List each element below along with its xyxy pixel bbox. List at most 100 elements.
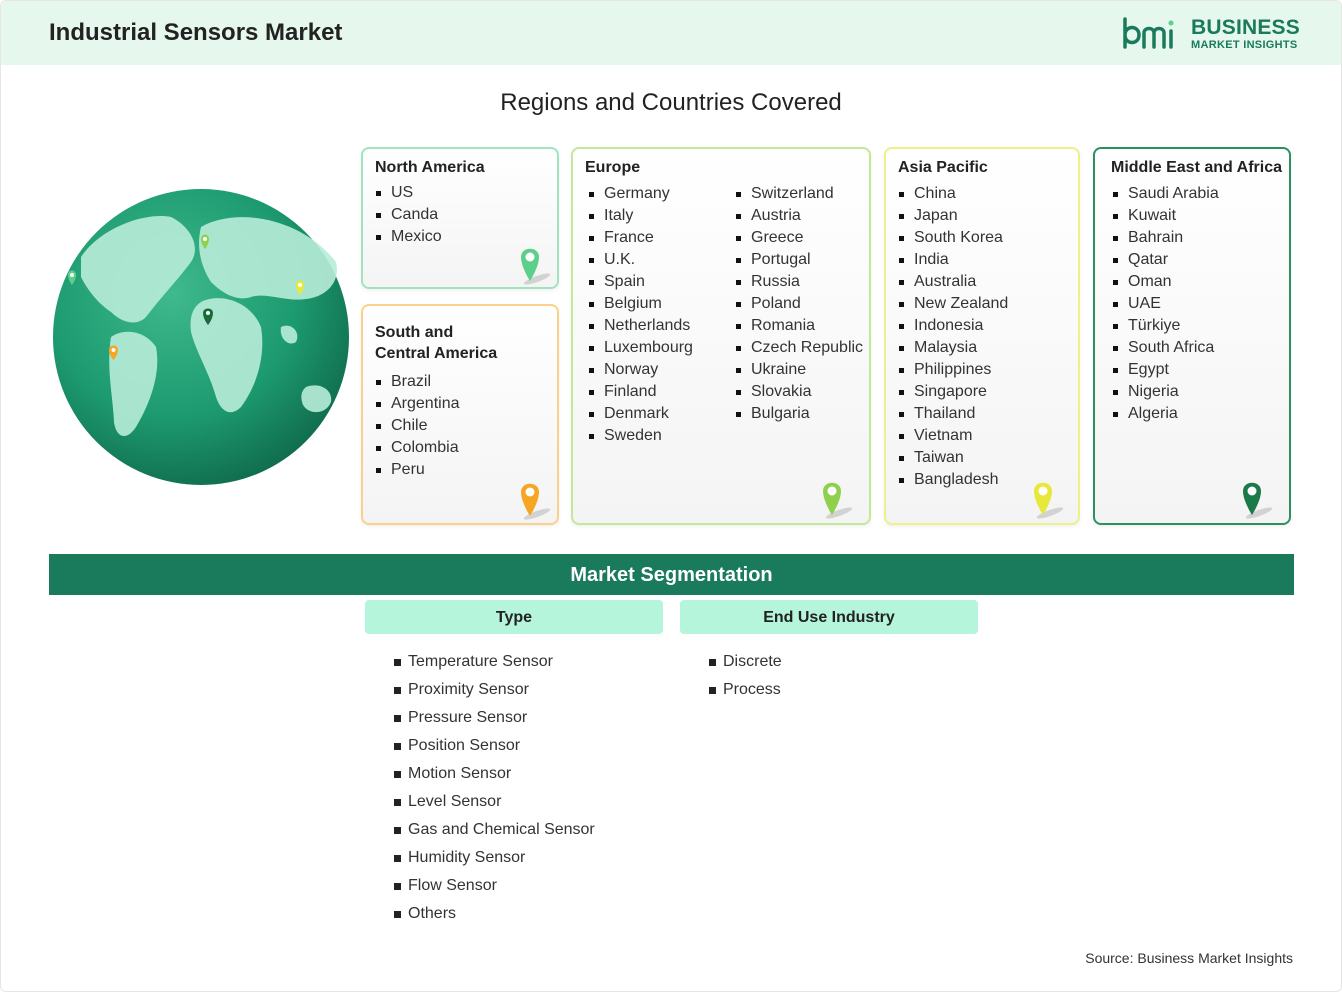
segment-item: Level Sensor: [394, 788, 595, 816]
segment-header-end-use: End Use Industry: [680, 600, 978, 634]
segment-item: Humidity Sensor: [394, 844, 595, 872]
country-item: Austria: [734, 205, 863, 227]
country-item: Norway: [587, 359, 693, 381]
country-item: Thailand: [897, 403, 1008, 425]
segment-item: Gas and Chemical Sensor: [394, 816, 595, 844]
country-item: Netherlands: [587, 315, 693, 337]
segment-item: Flow Sensor: [394, 872, 595, 900]
country-item: Bahrain: [1111, 227, 1219, 249]
country-item: Australia: [897, 271, 1008, 293]
country-item: Mexico: [374, 226, 442, 248]
segmentation-banner: Market Segmentation: [49, 554, 1294, 595]
country-item: Japan: [897, 205, 1008, 227]
segment-item: Process: [709, 676, 782, 704]
segment-item: Others: [394, 900, 595, 928]
country-item: Spain: [587, 271, 693, 293]
country-item: Ukraine: [734, 359, 863, 381]
segment-header-type: Type: [365, 600, 663, 634]
country-item: Brazil: [374, 371, 460, 393]
country-item: Egypt: [1111, 359, 1219, 381]
country-item: Luxembourg: [587, 337, 693, 359]
country-item: Malaysia: [897, 337, 1008, 359]
country-item: Chile: [374, 415, 460, 437]
country-item: Romania: [734, 315, 863, 337]
country-item: Bangladesh: [897, 469, 1008, 491]
country-item: Portugal: [734, 249, 863, 271]
country-list: Saudi Arabia Kuwait Bahrain Qatar Oman U…: [1111, 183, 1219, 425]
region-card-middle-east-africa: Middle East and Africa Saudi Arabia Kuwa…: [1093, 147, 1291, 525]
country-item: Philippines: [897, 359, 1008, 381]
location-pin-icon: [521, 248, 551, 285]
region-title: North America: [375, 159, 485, 176]
country-item: Czech Republic: [734, 337, 863, 359]
segment-item: Discrete: [709, 648, 782, 676]
country-item: Saudi Arabia: [1111, 183, 1219, 205]
country-item: Russia: [734, 271, 863, 293]
country-item: Türkiye: [1111, 315, 1219, 337]
region-card-south-central-america: South and Central America Brazil Argenti…: [361, 304, 559, 525]
country-item: Switzerland: [734, 183, 863, 205]
country-item: Sweden: [587, 425, 693, 447]
logo-text-market-insights: MARKET INSIGHTS: [1191, 39, 1298, 51]
country-item: Belgium: [587, 293, 693, 315]
segment-item: Position Sensor: [394, 732, 595, 760]
country-item: US: [374, 182, 442, 204]
logo-text-business: BUSINESS: [1191, 16, 1300, 39]
country-item: UAE: [1111, 293, 1219, 315]
country-item: U.K.: [587, 249, 693, 271]
location-pin-icon: [521, 483, 551, 520]
regions-heading: Regions and Countries Covered: [500, 89, 842, 116]
country-item: Nigeria: [1111, 381, 1219, 403]
country-item: Canda: [374, 204, 442, 226]
country-item: Oman: [1111, 271, 1219, 293]
infographic-frame: Industrial Sensors Market BUSINESS MARKE…: [0, 0, 1342, 992]
country-item: Colombia: [374, 437, 460, 459]
country-item: France: [587, 227, 693, 249]
region-title-line: South and: [375, 324, 454, 341]
country-item: Vietnam: [897, 425, 1008, 447]
location-pin-icon: [1243, 482, 1273, 519]
region-title: South and Central America: [375, 322, 497, 364]
country-item: Slovakia: [734, 381, 863, 403]
location-pin-icon: [1034, 482, 1064, 519]
country-item: South Korea: [897, 227, 1008, 249]
country-item: Indonesia: [897, 315, 1008, 337]
country-item: Bulgaria: [734, 403, 863, 425]
country-item: India: [897, 249, 1008, 271]
country-item: Singapore: [897, 381, 1008, 403]
region-card-north-america: North America US Canda Mexico: [361, 147, 559, 289]
country-item: China: [897, 183, 1008, 205]
country-item: Germany: [587, 183, 693, 205]
country-item: Denmark: [587, 403, 693, 425]
country-item: Taiwan: [897, 447, 1008, 469]
country-item: Argentina: [374, 393, 460, 415]
country-item: Qatar: [1111, 249, 1219, 271]
region-title: Europe: [585, 159, 641, 176]
end-use-list: Discrete Process: [709, 648, 782, 704]
country-item: Greece: [734, 227, 863, 249]
bmi-logo-icon: [1123, 17, 1174, 49]
segment-item: Pressure Sensor: [394, 704, 595, 732]
country-item: New Zealand: [897, 293, 1008, 315]
region-title: Asia Pacific: [898, 159, 988, 176]
country-item: Finland: [587, 381, 693, 403]
source-note: Source: Business Market Insights: [1085, 950, 1293, 966]
region-card-asia-pacific: Asia Pacific China Japan South Korea Ind…: [884, 147, 1080, 525]
country-item: Poland: [734, 293, 863, 315]
header-bar: Industrial Sensors Market BUSINESS MARKE…: [1, 1, 1341, 65]
country-list-col1: Germany Italy France U.K. Spain Belgium …: [587, 183, 693, 447]
country-item: Italy: [587, 205, 693, 227]
region-title: Middle East and Africa: [1111, 159, 1282, 176]
location-pin-icon: [823, 482, 853, 519]
segment-item: Temperature Sensor: [394, 648, 595, 676]
country-list: Brazil Argentina Chile Colombia Peru: [374, 371, 460, 481]
type-list: Temperature Sensor Proximity Sensor Pres…: [394, 648, 595, 928]
globe-illustration: [51, 187, 351, 492]
country-list: China Japan South Korea India Australia …: [897, 183, 1008, 491]
country-item: Kuwait: [1111, 205, 1219, 227]
region-title-line: Central America: [375, 345, 498, 362]
segment-item: Proximity Sensor: [394, 676, 595, 704]
country-item: South Africa: [1111, 337, 1219, 359]
country-list-col2: Switzerland Austria Greece Portugal Russ…: [734, 183, 863, 425]
country-list: US Canda Mexico: [374, 182, 442, 248]
